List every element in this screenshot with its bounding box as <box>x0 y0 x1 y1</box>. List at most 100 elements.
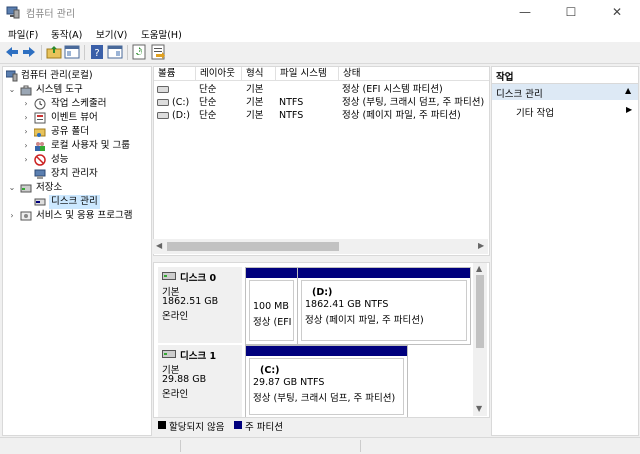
tree-label: 성능 <box>51 154 69 165</box>
shared-folder-icon <box>34 128 46 137</box>
scroll-left-icon[interactable]: ◀ <box>156 241 162 250</box>
cell-status: 정상 (EFI 시스템 파티션) <box>342 84 443 95</box>
table-row[interactable]: (C:) 단순 기본 NTFS 정상 (부팅, 크래시 덤프, 주 파티션) <box>154 96 489 109</box>
column-header-volume[interactable]: 볼륨 <box>154 67 196 81</box>
maximize-button[interactable]: ☐ <box>548 0 594 24</box>
disk-map: 디스크 0 기본 1862.51 GB 온라인 100 MB 정상 (EFI 시… <box>153 262 490 418</box>
table-row[interactable]: (D:) 단순 기본 NTFS 정상 (페이지 파일, 주 파티션) <box>154 109 489 122</box>
legend-unallocated: 할당되지 않음 <box>169 422 225 433</box>
scrollbar-thumb[interactable] <box>167 242 339 251</box>
menu-action[interactable]: 동작(A) <box>51 27 82 41</box>
scroll-down-icon[interactable]: ▼ <box>476 404 482 413</box>
minimize-button[interactable]: — <box>502 0 548 24</box>
cell-filesystem: NTFS <box>279 110 304 121</box>
scrollbar-thumb[interactable] <box>476 275 484 348</box>
chevron-right-icon[interactable]: › <box>22 139 30 153</box>
tree-label: 로컬 사용자 및 그룹 <box>51 140 130 151</box>
partition-c[interactable]: (C:) 29.87 GB NTFS 정상 (부팅, 크래시 덤프, 주 파티션… <box>245 345 408 417</box>
disk-size: 29.88 GB <box>162 374 207 385</box>
disk-size: 1862.51 GB <box>162 296 219 307</box>
column-header-status[interactable]: 상태 <box>339 67 489 81</box>
chevron-right-icon[interactable]: › <box>8 209 16 223</box>
performance-icon <box>34 154 46 166</box>
column-header-type[interactable]: 형식 <box>242 67 276 81</box>
cell-layout: 단순 <box>199 97 217 108</box>
column-header-filesystem[interactable]: 파일 시스템 <box>276 67 339 81</box>
close-button[interactable]: ✕ <box>594 0 640 24</box>
disk-icon <box>162 350 176 358</box>
column-header-layout[interactable]: 레이아웃 <box>196 67 242 81</box>
help-icon[interactable]: ? <box>89 44 105 60</box>
actions-header: 작업 <box>496 72 514 83</box>
tree-label: 서비스 및 응용 프로그램 <box>36 210 133 221</box>
partition-bar <box>298 268 470 278</box>
actions-section-label: 디스크 관리 <box>496 89 543 100</box>
partition-d[interactable]: (D:) 1862.41 GB NTFS 정상 (페이지 파일, 주 파티션) <box>297 267 471 345</box>
scroll-up-icon[interactable]: ▲ <box>476 264 482 273</box>
chevron-down-icon[interactable]: ⌄ <box>8 83 16 97</box>
storage-icon <box>20 184 32 193</box>
disk-0-label[interactable]: 디스크 0 기본 1862.51 GB 온라인 <box>158 267 242 343</box>
partition-status: 정상 (부팅, 크래시 덤프, 주 파티션) <box>253 393 396 404</box>
services-icon <box>20 211 32 221</box>
chevron-right-icon[interactable]: › <box>22 153 30 167</box>
disk-1-label[interactable]: 디스크 1 기본 29.88 GB 온라인 <box>158 345 242 417</box>
back-arrow-icon[interactable] <box>4 44 20 60</box>
up-folder-icon[interactable] <box>46 44 62 60</box>
drive-icon <box>157 99 169 106</box>
partition-status: 정상 (EFI 시 <box>253 317 293 328</box>
properties-icon[interactable] <box>107 44 123 60</box>
cell-type: 기본 <box>246 110 264 121</box>
disk-name: 디스크 0 <box>180 273 217 284</box>
cell-volume: (C:) <box>172 97 190 108</box>
status-bar <box>0 437 640 454</box>
toolbar-separator <box>41 45 42 60</box>
volume-list: 볼륨 레이아웃 형식 파일 시스템 상태 단순 기본 정상 (EFI 시스템 파… <box>153 66 490 256</box>
partition-status: 정상 (페이지 파일, 주 파티션) <box>305 315 424 326</box>
disk-state: 온라인 <box>162 389 189 400</box>
partition-bar <box>246 268 297 278</box>
export-list-icon[interactable] <box>150 44 166 60</box>
partition-efi[interactable]: 100 MB 정상 (EFI 시 <box>245 267 298 345</box>
partition-size: 29.87 GB NTFS <box>253 377 325 388</box>
collapse-up-icon[interactable]: ▲ <box>625 86 631 95</box>
drive-icon <box>157 86 169 93</box>
disk-management-icon <box>34 198 46 206</box>
chevron-down-icon[interactable]: ⌄ <box>8 181 16 195</box>
tree-label: 작업 스케줄러 <box>51 98 107 109</box>
actions-more[interactable]: 기타 작업 ▶ <box>492 104 638 119</box>
tree-label: 시스템 도구 <box>36 84 83 95</box>
status-divider <box>180 440 181 452</box>
svg-text:?: ? <box>94 48 99 59</box>
menu-bar: 파일(F) 동작(A) 보기(V) 도움말(H) <box>0 24 640 42</box>
horizontal-scrollbar[interactable]: ◀ ▶ <box>153 239 488 254</box>
scroll-right-icon[interactable]: ▶ <box>478 241 484 250</box>
clock-icon <box>34 98 46 110</box>
refresh-icon[interactable] <box>131 44 147 60</box>
toolbar: ? <box>0 42 640 64</box>
tree-label: 장치 관리자 <box>51 168 98 179</box>
actions-more-label: 기타 작업 <box>516 108 554 119</box>
tree-label: 공유 폴더 <box>51 126 89 137</box>
menu-file[interactable]: 파일(F) <box>8 27 38 41</box>
device-manager-icon <box>34 169 46 179</box>
vertical-scrollbar[interactable]: ▲ ▼ <box>473 263 487 416</box>
partition-bar <box>246 346 407 356</box>
table-row[interactable]: 단순 기본 정상 (EFI 시스템 파티션) <box>154 83 489 96</box>
partition-label: (D:) <box>312 287 333 298</box>
chevron-right-icon[interactable]: › <box>22 97 30 111</box>
tree-label: 이벤트 뷰어 <box>51 112 98 123</box>
window-title: 컴퓨터 관리 <box>26 9 76 20</box>
legend-primary: 주 파티션 <box>245 422 283 433</box>
computer-management-icon <box>6 6 20 19</box>
drive-icon <box>157 112 169 119</box>
chevron-right-icon[interactable]: › <box>22 111 30 125</box>
chevron-right-icon[interactable]: › <box>22 125 30 139</box>
forward-arrow-icon[interactable] <box>21 44 37 60</box>
disk-state: 온라인 <box>162 311 189 322</box>
show-hide-tree-icon[interactable] <box>64 44 80 60</box>
menu-view[interactable]: 보기(V) <box>96 27 127 41</box>
menu-help[interactable]: 도움말(H) <box>141 27 182 41</box>
actions-section-disk-management[interactable]: 디스크 관리 ▲ <box>492 84 638 100</box>
tree-label: 디스크 관리 <box>49 195 100 209</box>
